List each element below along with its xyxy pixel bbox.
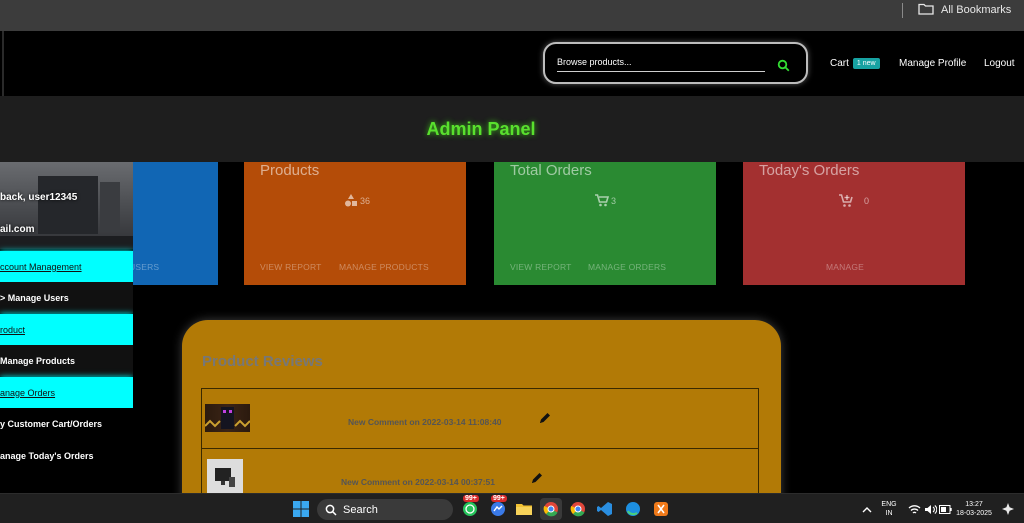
file-explorer-app[interactable] <box>513 498 535 520</box>
chrome-icon <box>570 502 585 517</box>
cart-badge: 1 new <box>852 58 880 69</box>
all-bookmarks-label: All Bookmarks <box>941 4 1012 16</box>
products-count-value: 36 <box>360 195 371 206</box>
messenger-app[interactable]: 99+ <box>487 495 509 520</box>
sidebar-item-manage-users[interactable]: > Manage Users <box>0 282 133 313</box>
users-card: USERS <box>133 162 218 285</box>
page-title: Admin Panel <box>426 118 536 139</box>
chevron-up-icon <box>862 506 872 512</box>
search-box <box>543 42 808 84</box>
cart-icon <box>595 194 609 207</box>
search-icon <box>325 504 337 516</box>
office-shelf-image <box>38 176 98 234</box>
windows-icon <box>293 501 309 517</box>
shapes-icon <box>345 194 357 207</box>
review-row[interactable]: New Comment on 2022-03-14 11:08:40 <box>201 388 759 449</box>
bookmarks-bar: All Bookmarks <box>0 0 1024 31</box>
clock[interactable]: 13:27 18-03-2025 <box>953 500 995 518</box>
copilot-icon <box>1002 503 1014 515</box>
messenger-icon <box>491 502 505 516</box>
taskbar: Search 99+ 99+ ENG IN 13:27 18-03-2025 <box>0 493 1024 523</box>
products-card: Products 36 VIEW REPORT MANAGE PRODUCTS <box>244 162 466 285</box>
sidebar-item-product[interactable]: roduct <box>0 314 133 345</box>
folder-icon <box>516 504 532 515</box>
pencil-icon <box>532 473 542 483</box>
vscode-app[interactable] <box>594 498 616 520</box>
orders-view-report-link[interactable]: VIEW REPORT <box>510 262 572 272</box>
total-orders-card: Total Orders 3 VIEW REPORT MANAGE ORDERS <box>494 162 716 285</box>
orders-count-value: 3 <box>611 195 617 206</box>
bookmarks-divider <box>902 3 903 18</box>
all-bookmarks-button[interactable]: All Bookmarks <box>918 1 1011 19</box>
todays-orders-count: 0 <box>839 194 869 208</box>
welcome-text: back, user12345 <box>0 192 78 203</box>
edit-review-button[interactable] <box>538 411 552 425</box>
review-comment-text: New Comment on 2022-03-14 11:08:40 <box>348 417 502 427</box>
sidebar-item-customer-cart-orders[interactable]: y Customer Cart/Orders <box>0 408 133 439</box>
manage-todays-orders-link[interactable]: MANAGE <box>826 262 864 272</box>
products-card-title: Products <box>260 162 320 179</box>
cart-link[interactable]: Cart 1 new <box>830 31 880 96</box>
admin-header: Admin Panel <box>0 96 1024 162</box>
cart-label: Cart <box>830 58 849 69</box>
chrome-app-active[interactable] <box>540 498 562 520</box>
whatsapp-app[interactable]: 99+ <box>459 495 481 520</box>
manage-products-link[interactable]: MANAGE PRODUCTS <box>339 262 429 272</box>
review-product-thumbnail <box>207 459 243 495</box>
office-desk-image <box>0 236 133 249</box>
manage-orders-link[interactable]: MANAGE ORDERS <box>588 262 666 272</box>
language-code: ENG <box>881 501 897 508</box>
product-reviews-title: Product Reviews <box>202 353 323 370</box>
xampp-app[interactable] <box>650 498 672 520</box>
sidebar-item-manage-products[interactable]: Manage Products <box>0 345 133 376</box>
search-input[interactable] <box>557 53 765 72</box>
taskbar-search-label: Search <box>343 503 378 516</box>
notifications-button[interactable] <box>997 498 1019 520</box>
folder-icon <box>918 2 934 18</box>
edge-icon <box>626 502 640 516</box>
sidebar-item-account-management[interactable]: ccount Management <box>0 251 133 282</box>
logout-link[interactable]: Logout <box>984 31 1015 96</box>
orders-count: 3 <box>595 194 616 207</box>
chrome-icon <box>543 502 558 517</box>
todays-orders-card: Today's Orders 0 MANAGE <box>743 162 965 285</box>
user-email: ail.com <box>0 224 35 235</box>
edge-app[interactable] <box>622 498 644 520</box>
products-count: 36 <box>344 194 370 207</box>
edit-review-button[interactable] <box>530 471 544 485</box>
clock-time: 13:27 <box>965 501 983 508</box>
language-indicator[interactable]: ENG IN <box>878 500 900 518</box>
navbar: Cart 1 new Manage Profile Logout <box>0 31 1024 96</box>
orders-card-title: Total Orders <box>510 162 592 179</box>
start-button[interactable] <box>290 498 312 520</box>
search-icon <box>777 59 789 71</box>
todays-orders-card-title: Today's Orders <box>759 162 860 179</box>
notification-badge: 99+ <box>491 495 507 502</box>
chrome-profile-app[interactable] <box>567 498 589 520</box>
vscode-icon <box>597 502 612 516</box>
review-product-thumbnail <box>204 404 251 432</box>
todays-orders-count-value: 0 <box>864 196 870 206</box>
office-cabinet-image <box>100 182 120 232</box>
whatsapp-icon <box>463 502 477 516</box>
admin-sidebar: back, user12345 ail.com ccount Managemen… <box>0 162 133 493</box>
profile-banner: back, user12345 ail.com <box>0 162 133 249</box>
sidebar-item-manage-orders[interactable]: anage Orders <box>0 377 133 408</box>
clock-date: 18-03-2025 <box>956 510 992 517</box>
sidebar-item-manage-todays-orders[interactable]: anage Today's Orders <box>0 440 133 471</box>
manage-profile-link[interactable]: Manage Profile <box>899 31 966 96</box>
region-code: IN <box>885 510 893 517</box>
search-button[interactable] <box>773 55 793 75</box>
products-view-report-link[interactable]: VIEW REPORT <box>260 262 322 272</box>
review-comment-text: New Comment on 2022-03-14 00:37:51 <box>341 477 496 487</box>
battery-icon <box>938 504 952 514</box>
notification-badge: 99+ <box>463 495 479 502</box>
taskbar-search[interactable]: Search <box>317 499 453 520</box>
navbar-edge <box>2 31 4 96</box>
xampp-icon <box>654 502 668 516</box>
manage-users-card-link[interactable]: USERS <box>133 262 159 272</box>
show-hidden-icons-button[interactable] <box>856 498 878 520</box>
cart-plus-icon <box>839 194 853 207</box>
pencil-icon <box>540 413 550 423</box>
